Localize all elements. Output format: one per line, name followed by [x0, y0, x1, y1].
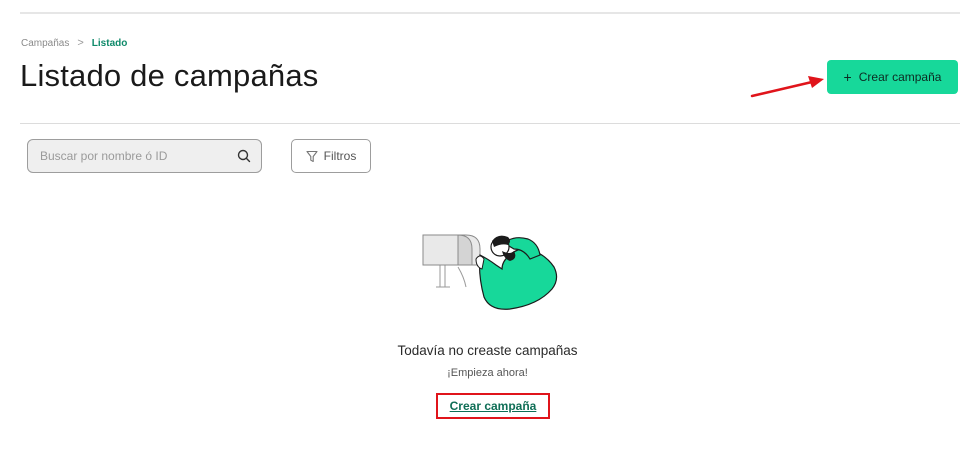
breadcrumb-separator: > — [77, 37, 84, 49]
breadcrumb: Campañas > Listado — [21, 37, 127, 49]
search-field[interactable] — [27, 139, 262, 173]
create-campaign-button[interactable]: + Crear campaña — [827, 60, 958, 94]
annotation-highlight-box: Crear campaña — [436, 393, 550, 419]
plus-icon: + — [843, 69, 852, 85]
header-divider — [20, 123, 960, 124]
funnel-icon — [306, 150, 318, 162]
create-campaign-label: Crear campaña — [858, 70, 942, 84]
search-icon[interactable] — [237, 149, 251, 163]
filters-label: Filtros — [323, 149, 357, 163]
search-input[interactable] — [38, 148, 237, 164]
campaigns-page: Campañas > Listado Listado de campañas +… — [0, 0, 975, 472]
empty-state-title: Todavía no creaste campañas — [397, 343, 578, 358]
breadcrumb-item-current: Listado — [91, 37, 128, 49]
breadcrumb-item-campaigns[interactable]: Campañas — [21, 38, 69, 49]
filters-button[interactable]: Filtros — [291, 139, 371, 173]
create-campaign-link[interactable]: Crear campaña — [450, 399, 537, 413]
person-with-mailbox-illustration — [422, 234, 558, 310]
annotation-arrow — [750, 76, 824, 98]
page-title: Listado de campañas — [20, 58, 319, 93]
top-divider — [20, 12, 960, 14]
empty-state-subtitle: ¡Empieza ahora! — [447, 367, 528, 379]
